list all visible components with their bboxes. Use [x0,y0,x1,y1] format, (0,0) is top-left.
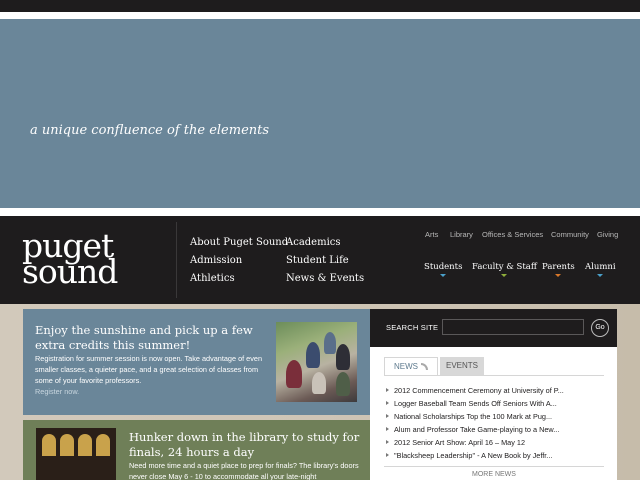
photo-figure [324,332,336,354]
top-bar [0,0,640,12]
aud-label: Alumni [585,262,616,272]
news-item[interactable]: Alum and Professor Take Game-playing to … [386,423,602,436]
feature-library: Hunker down in the library to study for … [23,420,370,481]
bullet-arrow-icon [386,388,389,392]
news-item[interactable]: National Scholarships Top the 100 Mark a… [386,410,602,423]
feature-body-text: Registration for summer session is now o… [35,354,263,385]
rss-feed-icon[interactable] [421,363,428,370]
photo-figure [336,372,350,396]
puget-sound-logo[interactable]: puget sound [22,229,172,291]
util-link-arts[interactable]: Arts [425,230,438,239]
nav-divider [176,222,177,298]
aud-label: Parents [542,262,575,272]
photo-window [78,434,92,456]
bullet-arrow-icon [386,453,389,457]
logo-line-2: sound [22,252,118,291]
feature-summer-session: Enjoy the sunshine and pick up a few ext… [23,309,370,415]
photo-figure [312,372,326,394]
aud-label: Students [424,262,463,272]
nav-admission[interactable]: Admission [190,255,242,266]
news-item-text: National Scholarships Top the 100 Mark a… [394,412,553,421]
triangle-down-icon [597,274,604,277]
aud-link-faculty-staff[interactable]: Faculty & Staff [472,262,537,277]
library-photo[interactable] [36,428,116,480]
feature-title[interactable]: Hunker down in the library to study for … [129,430,361,460]
photo-figure [286,360,302,388]
photo-window [60,434,74,456]
tab-news[interactable]: NEWS [384,357,438,376]
nav-about-puget-sound[interactable]: About Puget Sound [190,237,288,248]
news-item[interactable]: "Blacksheep Leadership" - A New Book by … [386,449,602,462]
photo-figure [306,342,320,368]
bullet-arrow-icon [386,440,389,444]
nav-student-life[interactable]: Student Life [286,255,349,266]
students-outdoors-photo[interactable] [276,322,357,402]
news-item-text: "Blacksheep Leadership" - A New Book by … [394,451,553,460]
news-list: 2012 Commencement Ceremony at University… [386,384,602,462]
news-item-text: 2012 Commencement Ceremony at University… [394,386,564,395]
nav-academics[interactable]: Academics [286,237,341,248]
news-item-text: 2012 Senior Art Show: April 16 – May 12 [394,438,526,447]
site-search-bar: SEARCH SITE Go [370,309,617,347]
nav-news-events[interactable]: News & Events [286,273,364,284]
aud-label: Faculty & Staff [472,262,537,272]
aud-link-alumni[interactable]: Alumni [585,262,616,277]
tab-events[interactable]: EVENTS [440,357,484,375]
search-label: SEARCH SITE [386,323,439,332]
news-events-panel: NEWS EVENTS 2012 Commencement Ceremony a… [370,347,617,480]
news-item[interactable]: 2012 Senior Art Show: April 16 – May 12 [386,436,602,449]
photo-window [96,434,110,456]
hero-banner: a unique confluence of the elements [0,19,640,208]
news-item-text: Alum and Professor Take Game-playing to … [394,425,560,434]
search-go-button[interactable]: Go [591,319,609,337]
nav-athletics[interactable]: Athletics [190,273,235,284]
tab-divider [384,375,604,376]
register-now-link[interactable]: Register now. [35,387,79,396]
util-link-offices-services[interactable]: Offices & Services [482,230,543,239]
triangle-down-icon [440,274,447,277]
feature-body: Need more time and a quiet place to prep… [129,461,359,481]
bullet-arrow-icon [386,427,389,431]
more-news-link[interactable]: MORE NEWS [384,471,604,478]
triangle-down-icon [555,274,562,277]
news-divider [384,466,604,467]
photo-window [42,434,56,456]
search-input[interactable] [442,319,584,335]
news-item[interactable]: 2012 Commencement Ceremony at University… [386,384,602,397]
photo-figure [336,344,350,370]
bullet-arrow-icon [386,414,389,418]
aud-link-students[interactable]: Students [424,262,463,277]
tab-label: NEWS [394,362,418,371]
feature-body: Registration for summer session is now o… [35,353,263,397]
util-link-library[interactable]: Library [450,230,473,239]
feature-title[interactable]: Enjoy the sunshine and pick up a few ext… [35,323,265,353]
aud-link-parents[interactable]: Parents [542,262,575,277]
bullet-arrow-icon [386,401,389,405]
news-item[interactable]: Logger Baseball Team Sends Off Seniors W… [386,397,602,410]
util-link-community[interactable]: Community [551,230,589,239]
news-item-text: Logger Baseball Team Sends Off Seniors W… [394,399,557,408]
util-link-giving[interactable]: Giving [597,230,618,239]
triangle-down-icon [501,274,508,277]
hero-tagline: a unique confluence of the elements [30,123,270,138]
